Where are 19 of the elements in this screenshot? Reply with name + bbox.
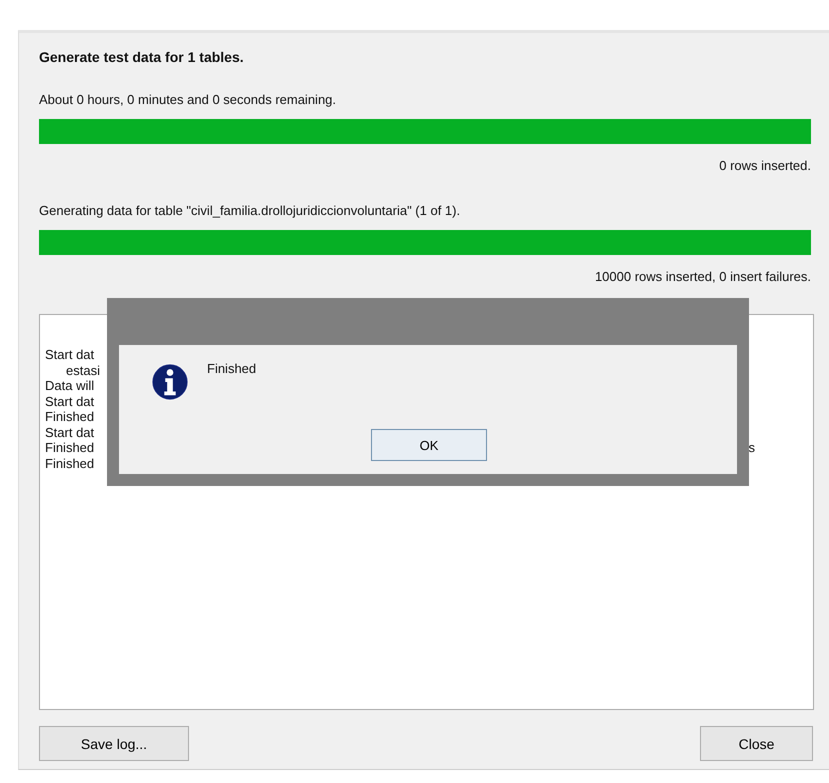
log-line: Finished bbox=[45, 409, 94, 424]
log-line: Data will bbox=[45, 378, 94, 394]
log-line: Start dat bbox=[45, 424, 94, 440]
log-line: Start dat bbox=[45, 394, 94, 409]
message-text: Finished bbox=[207, 361, 256, 376]
rows-inserted-text: 10000 rows inserted, 0 insert failures. bbox=[594, 269, 811, 284]
rows-inserted-text: 0 rows inserted. bbox=[718, 158, 811, 173]
log-line: estasi bbox=[65, 362, 100, 378]
log-line: Start dat bbox=[45, 347, 94, 362]
log-line: s bbox=[748, 440, 755, 456]
table-progress-text: Generating data for table "civil_familia.drollojuridiccionvoluntaria" (1 of 1). bbox=[39, 203, 462, 218]
close-button[interactable]: Close bbox=[700, 726, 813, 761]
save-log-button[interactable]: Save log... bbox=[39, 726, 189, 761]
time-remaining-text: About 0 hours, 0 minutes and 0 seconds remaining. bbox=[39, 92, 338, 107]
info-icon bbox=[151, 363, 189, 401]
dialog-heading: Generate test data for 1 tables. bbox=[39, 49, 245, 65]
ok-button[interactable]: OK bbox=[371, 429, 487, 461]
log-line: Finished bbox=[45, 440, 94, 456]
log-line: Finished bbox=[45, 456, 94, 471]
